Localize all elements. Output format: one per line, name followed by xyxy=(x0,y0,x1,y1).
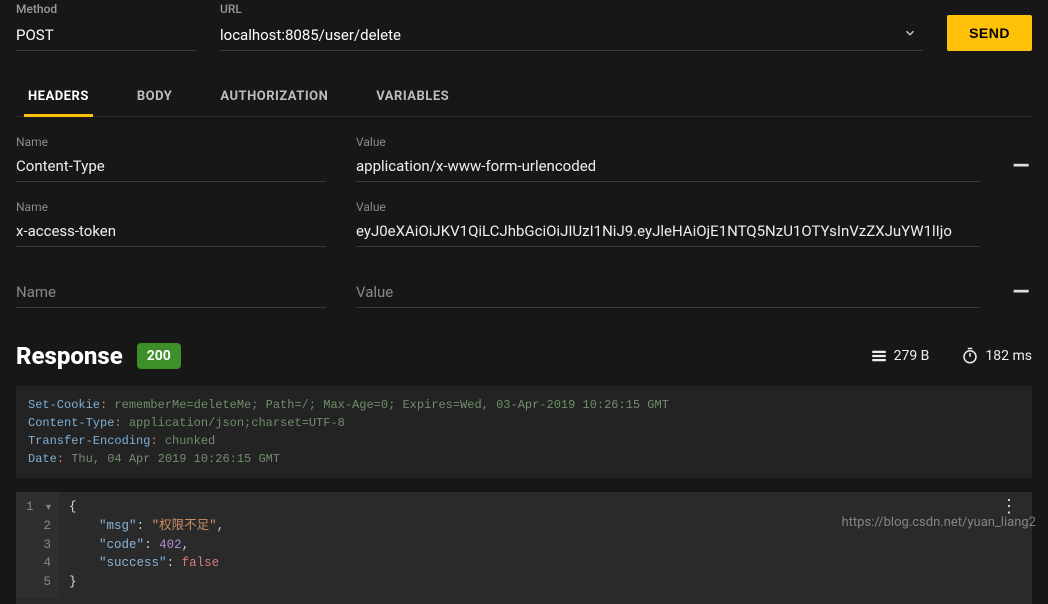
response-size-value: 279 B xyxy=(894,348,930,364)
remove-header-icon[interactable]: — xyxy=(1010,282,1032,308)
remove-header-icon[interactable]: — xyxy=(1010,156,1032,182)
url-input[interactable]: localhost:8085/user/delete xyxy=(220,20,897,50)
tab-headers[interactable]: HEADERS xyxy=(24,79,93,117)
response-size: 279 B xyxy=(870,347,930,365)
header-name-input[interactable]: Content-Type xyxy=(16,151,326,182)
tab-authorization[interactable]: AUTHORIZATION xyxy=(216,79,332,116)
header-name-label: Name xyxy=(16,200,326,214)
send-button[interactable]: SEND xyxy=(947,15,1032,51)
header-name-label: Name xyxy=(16,135,326,149)
header-value-label: Value xyxy=(356,200,980,214)
header-name-input[interactable]: Name xyxy=(16,277,326,308)
header-row-empty: Name Value — xyxy=(16,277,1032,308)
response-body: 1 ▾ 2 3 4 5 { "msg": "权限不足", "code": 402… xyxy=(16,492,1032,604)
stopwatch-icon xyxy=(961,347,979,365)
line-gutter: 1 ▾ 2 3 4 5 xyxy=(16,492,59,598)
url-label: URL xyxy=(220,2,923,16)
response-header-line: Date: Thu, 04 Apr 2019 10:26:15 GMT xyxy=(28,450,1020,468)
header-value-input[interactable]: Value xyxy=(356,277,980,308)
header-row: Name x-access-token Value eyJ0eXAiOiJKV1… xyxy=(16,200,1032,247)
header-value-label: Value xyxy=(356,135,980,149)
response-time: 182 ms xyxy=(961,347,1032,365)
response-title: Response xyxy=(16,342,123,370)
url-history-chevron-icon[interactable] xyxy=(897,26,923,44)
response-time-value: 182 ms xyxy=(985,348,1032,364)
response-json[interactable]: { "msg": "权限不足", "code": 402, "success":… xyxy=(59,492,234,598)
method-label: Method xyxy=(16,2,196,16)
response-header-line: Set-Cookie: rememberMe=deleteMe; Path=/;… xyxy=(28,396,1020,414)
response-headers-block: Set-Cookie: rememberMe=deleteMe; Path=/;… xyxy=(16,386,1032,478)
header-row: Name Content-Type Value application/x-ww… xyxy=(16,135,1032,182)
request-tabs: HEADERS BODY AUTHORIZATION VARIABLES xyxy=(16,79,1032,117)
size-icon xyxy=(870,347,888,365)
header-name-input[interactable]: x-access-token xyxy=(16,216,326,247)
more-menu-icon[interactable]: ⋮ xyxy=(1000,504,1018,513)
tab-variables[interactable]: VARIABLES xyxy=(372,79,453,116)
header-value-input[interactable]: eyJ0eXAiOiJKV1QiLCJhbGciOiJIUzI1NiJ9.eyJ… xyxy=(356,216,980,247)
status-badge: 200 xyxy=(137,343,181,369)
header-value-input[interactable]: application/x-www-form-urlencoded xyxy=(356,151,980,182)
tab-body[interactable]: BODY xyxy=(133,79,176,116)
response-header-line: Transfer-Encoding: chunked xyxy=(28,432,1020,450)
method-select[interactable]: POST xyxy=(16,20,196,51)
response-header-line: Content-Type: application/json;charset=U… xyxy=(28,414,1020,432)
